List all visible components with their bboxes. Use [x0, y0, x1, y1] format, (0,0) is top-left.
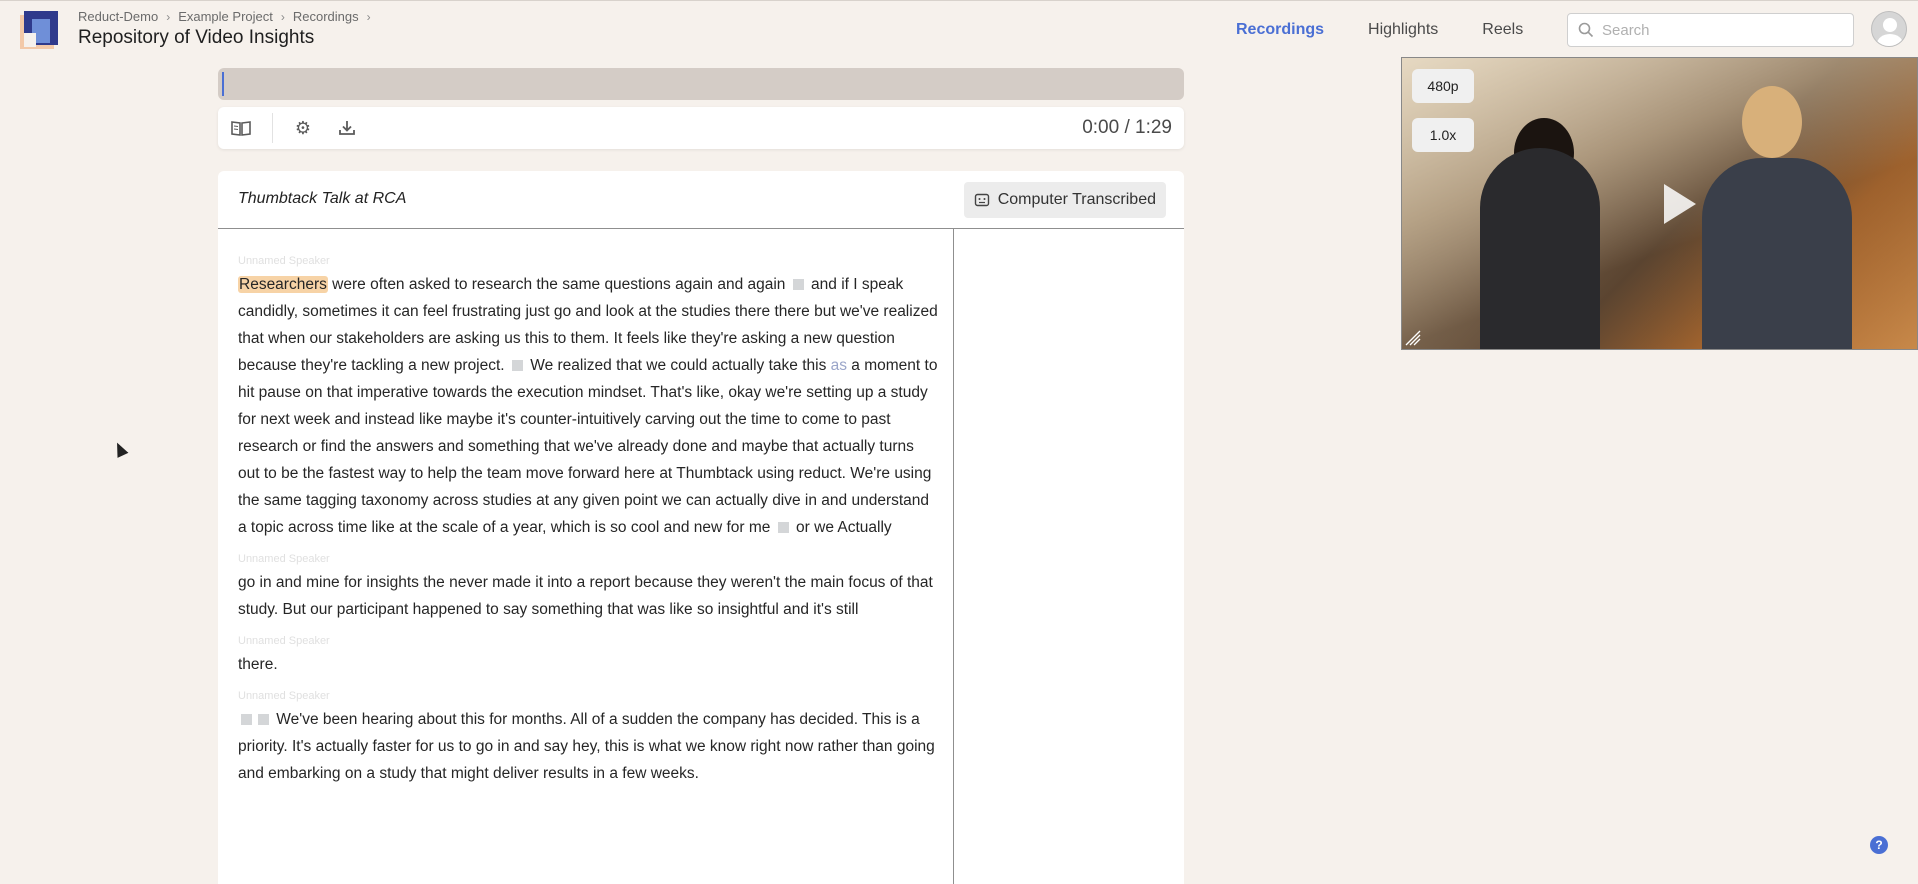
- chevron-right-icon: ›: [280, 9, 285, 24]
- transcript-paragraph[interactable]: We've been hearing about this for months…: [238, 706, 938, 787]
- speaker-label[interactable]: Unnamed Speaker: [238, 553, 938, 569]
- document-title[interactable]: Thumbtack Talk at RCA: [238, 190, 406, 208]
- pause-marker: [792, 279, 804, 291]
- download-icon[interactable]: [336, 118, 358, 138]
- mouse-cursor-icon: [111, 440, 129, 458]
- pause-marker: [511, 360, 523, 372]
- speaker-label[interactable]: Unnamed Speaker: [238, 635, 938, 651]
- transcript: Unnamed Speaker Researchers were often a…: [238, 255, 938, 799]
- app-logo[interactable]: [20, 11, 58, 49]
- player-toolbar: ⚙ 0:00 / 1:29: [218, 107, 1184, 149]
- low-confidence-word: as: [830, 357, 847, 374]
- video-frame: [1702, 158, 1852, 349]
- nav-recordings[interactable]: Recordings: [1236, 21, 1324, 39]
- paragraph-text: We realized that we could actually take …: [525, 357, 831, 374]
- playhead[interactable]: [222, 72, 224, 96]
- book-icon[interactable]: [230, 118, 252, 138]
- user-avatar[interactable]: [1871, 11, 1907, 47]
- breadcrumb-item-recordings[interactable]: Recordings: [293, 9, 359, 24]
- search-input[interactable]: [1602, 21, 1842, 39]
- robot-icon: [974, 193, 989, 207]
- help-icon[interactable]: ?: [1870, 836, 1888, 854]
- paragraph-text: or we Actually: [791, 519, 892, 536]
- gear-icon[interactable]: ⚙: [292, 118, 314, 138]
- speaker-label[interactable]: Unnamed Speaker: [238, 690, 938, 706]
- search-icon: [1578, 22, 1594, 38]
- chevron-right-icon: ›: [366, 9, 371, 24]
- breadcrumb-item-org[interactable]: Reduct-Demo: [78, 9, 158, 24]
- pause-marker: [777, 522, 789, 534]
- document-header: Thumbtack Talk at RCA Computer Transcrib…: [218, 171, 1184, 229]
- transcript-paragraph[interactable]: Researchers were often asked to research…: [238, 271, 938, 541]
- paragraph-text: were often asked to research the same qu…: [327, 276, 790, 293]
- breadcrumb-item-project[interactable]: Example Project: [178, 9, 273, 24]
- timeline-scrubber[interactable]: [218, 68, 1184, 100]
- time-display: 0:00 / 1:29: [1082, 117, 1172, 138]
- pause-marker: [241, 714, 252, 726]
- video-frame: [1480, 148, 1600, 349]
- pause-marker: [258, 714, 269, 726]
- play-icon[interactable]: [1664, 184, 1696, 224]
- paragraph-text: We've been hearing about this for months…: [238, 711, 935, 782]
- quality-button[interactable]: 480p: [1412, 69, 1474, 103]
- main-nav: Recordings Highlights Reels: [1236, 21, 1523, 39]
- transcription-badge[interactable]: Computer Transcribed: [963, 182, 1166, 218]
- breadcrumb: Reduct-Demo › Example Project › Recordin…: [78, 9, 371, 24]
- video-player[interactable]: 480p 1.0x: [1401, 57, 1918, 350]
- transcript-paragraph[interactable]: there.: [238, 651, 938, 678]
- search-box: [1567, 13, 1854, 47]
- nav-reels[interactable]: Reels: [1482, 21, 1523, 39]
- transcript-document: Thumbtack Talk at RCA Computer Transcrib…: [218, 171, 1184, 884]
- highlighted-word[interactable]: Researchers: [238, 276, 328, 293]
- playback-speed-button[interactable]: 1.0x: [1412, 118, 1474, 152]
- toolbar-divider: [272, 113, 273, 143]
- transcript-paragraph[interactable]: go in and mine for insights the never ma…: [238, 569, 938, 623]
- paragraph-text: a moment to hit pause on that imperative…: [238, 357, 938, 536]
- top-bar: Reduct-Demo › Example Project › Recordin…: [0, 0, 1918, 56]
- resize-handle-icon[interactable]: [1404, 329, 1422, 347]
- page-title: Repository of Video Insights: [78, 27, 315, 48]
- speaker-label[interactable]: Unnamed Speaker: [238, 255, 938, 271]
- nav-highlights[interactable]: Highlights: [1368, 21, 1438, 39]
- video-frame: [1742, 86, 1802, 158]
- column-divider: [953, 229, 954, 884]
- chevron-right-icon: ›: [166, 9, 171, 24]
- badge-label: Computer Transcribed: [997, 191, 1156, 208]
